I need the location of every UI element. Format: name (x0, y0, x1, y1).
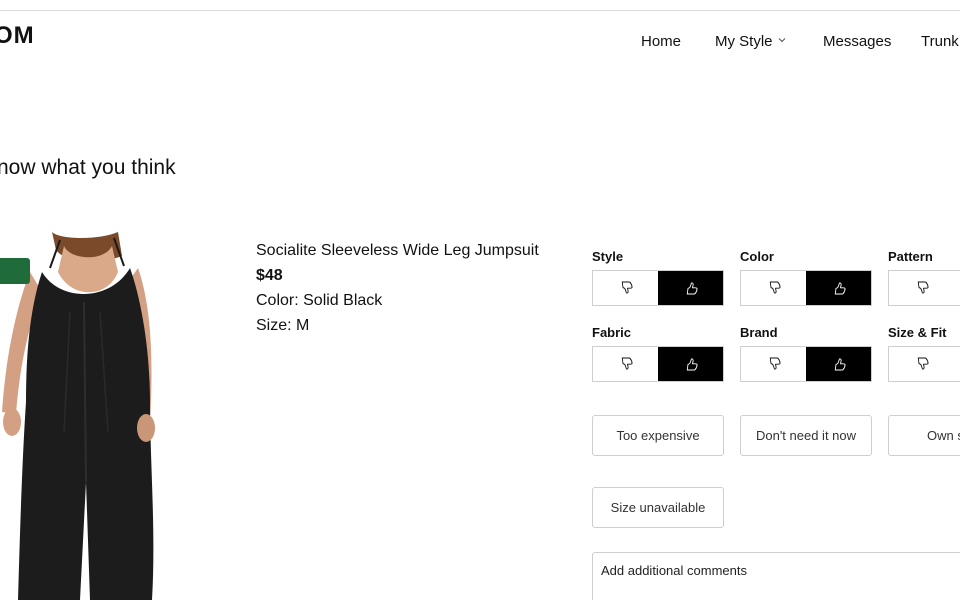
size-fit-thumbs-up-button[interactable] (954, 347, 960, 381)
nav-home[interactable]: Home (641, 33, 681, 50)
pattern-thumbs-down-button[interactable] (889, 271, 954, 305)
feedback-color: Color (740, 249, 872, 306)
nav-my-style-label: My Style (715, 33, 773, 50)
page: OM Home My Style Messages Trunk now what… (0, 0, 960, 600)
product-name: Socialite Sleeveless Wide Leg Jumpsuit (256, 242, 539, 259)
fabric-thumbs-up-button[interactable] (658, 347, 723, 381)
thumbs-down-icon (621, 357, 633, 370)
brand-thumbs-down-button[interactable] (741, 347, 806, 381)
product-details: Socialite Sleeveless Wide Leg Jumpsuit $… (256, 238, 576, 338)
style-thumbs-up-button[interactable] (658, 271, 723, 305)
feedback-brand-toggle (740, 346, 872, 382)
feedback-fabric-label: Fabric (592, 325, 632, 340)
size-unavailable-button[interactable]: Size unavailable (592, 487, 724, 528)
feedback-fabric: Fabric (592, 325, 724, 382)
nav-my-style[interactable]: My Style (715, 33, 787, 50)
size-fit-thumbs-down-button[interactable] (889, 347, 954, 381)
feedback-color-label: Color (740, 249, 774, 264)
thumbs-up-icon (686, 282, 698, 295)
feedback-color-toggle (740, 270, 872, 306)
color-thumbs-up-button[interactable] (806, 271, 871, 305)
feedback-brand-label: Brand (740, 325, 778, 340)
browser-toolbar-strip (0, 0, 960, 11)
thumbs-up-icon (834, 282, 846, 295)
thumbs-down-icon (621, 281, 633, 294)
too-expensive-button[interactable]: Too expensive (592, 415, 724, 456)
thumbs-down-icon (769, 357, 781, 370)
main-nav: Home My Style Messages Trunk (0, 33, 960, 55)
status-badge (0, 258, 30, 284)
chevron-down-icon (778, 38, 785, 43)
comments-textarea[interactable]: Add additional comments (592, 552, 960, 600)
color-thumbs-down-button[interactable] (741, 271, 806, 305)
feedback-size-fit: Size & Fit (888, 325, 960, 382)
feedback-pattern: Pattern (888, 249, 960, 306)
feedback-style: Style (592, 249, 724, 306)
pattern-thumbs-up-button[interactable] (954, 271, 960, 305)
thumbs-down-icon (917, 281, 929, 294)
product-image (0, 232, 170, 600)
feedback-size-fit-toggle (888, 346, 960, 382)
page-title: now what you think (0, 156, 176, 179)
dont-need-it-now-button[interactable]: Don't need it now (740, 415, 872, 456)
nav-messages[interactable]: Messages (823, 33, 891, 50)
thumbs-down-icon (769, 281, 781, 294)
brand-thumbs-up-button[interactable] (806, 347, 871, 381)
feedback-brand: Brand (740, 325, 872, 382)
style-thumbs-down-button[interactable] (593, 271, 658, 305)
feedback-style-label: Style (592, 249, 624, 264)
nav-trunk[interactable]: Trunk (921, 33, 959, 50)
feedback-pattern-label: Pattern (888, 249, 933, 264)
product-color: Color: Solid Black (256, 292, 383, 309)
feedback-pattern-toggle (888, 270, 960, 306)
feedback-style-toggle (592, 270, 724, 306)
feedback-fabric-toggle (592, 346, 724, 382)
own-similar-button[interactable]: Own s (888, 415, 960, 456)
fabric-thumbs-down-button[interactable] (593, 347, 658, 381)
thumbs-up-icon (686, 358, 698, 371)
thumbs-down-icon (917, 357, 929, 370)
feedback-size-fit-label: Size & Fit (888, 325, 947, 340)
thumbs-up-icon (834, 358, 846, 371)
product-size: Size: M (256, 317, 310, 334)
product-price: $48 (256, 267, 283, 284)
